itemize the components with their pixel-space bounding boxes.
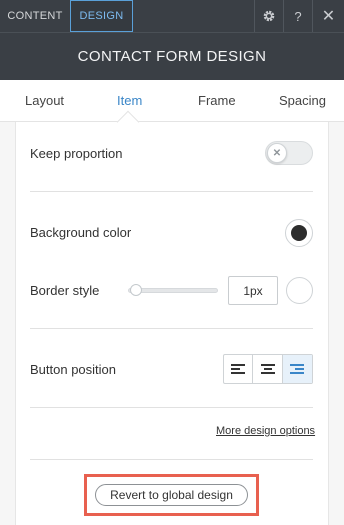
divider <box>30 459 313 460</box>
slider-handle[interactable] <box>130 284 142 296</box>
border-color-picker[interactable] <box>286 277 313 304</box>
keep-proportion-label: Keep proportion <box>30 146 123 161</box>
tab-layout[interactable]: Layout <box>25 93 64 108</box>
panel-title: CONTACT FORM DESIGN <box>77 48 267 65</box>
divider <box>30 191 313 192</box>
help-icon[interactable]: ? <box>283 0 312 32</box>
more-design-options-link[interactable]: More design options <box>216 425 315 437</box>
gear-icon[interactable] <box>254 0 283 32</box>
button-position-group <box>223 354 313 384</box>
close-icon[interactable]: ✕ <box>312 0 344 32</box>
align-center-button[interactable] <box>253 355 283 383</box>
tab-content[interactable]: CONTENT <box>0 0 70 32</box>
color-swatch-dot <box>291 225 307 241</box>
border-style-label: Border style <box>30 283 100 298</box>
tab-design[interactable]: DESIGN <box>70 0 133 32</box>
sub-navigation: Layout Item Frame Spacing <box>0 80 344 122</box>
align-right-button[interactable] <box>282 355 312 383</box>
keep-proportion-toggle[interactable]: ✕ <box>265 141 313 165</box>
align-center-icon <box>260 364 275 374</box>
divider <box>30 328 313 329</box>
tab-spacing[interactable]: Spacing <box>279 93 326 108</box>
tab-frame[interactable]: Frame <box>198 93 236 108</box>
background-color-picker[interactable] <box>285 219 313 247</box>
right-gutter <box>328 122 344 525</box>
revert-to-global-design-button[interactable]: Revert to global design <box>95 484 248 506</box>
panel-header: CONTACT FORM DESIGN <box>0 32 344 80</box>
divider <box>30 407 313 408</box>
align-left-button[interactable] <box>224 355 254 383</box>
align-left-icon <box>231 364 246 374</box>
toggle-off-icon: ✕ <box>267 143 287 163</box>
tab-item[interactable]: Item <box>117 93 142 108</box>
button-position-label: Button position <box>30 362 117 377</box>
border-width-slider[interactable] <box>128 284 218 296</box>
background-color-label: Background color <box>30 225 132 240</box>
border-width-input[interactable] <box>228 276 278 305</box>
left-gutter <box>0 122 16 525</box>
top-toolbar: CONTENT DESIGN ? ✕ <box>0 0 344 32</box>
align-right-icon <box>290 364 305 374</box>
